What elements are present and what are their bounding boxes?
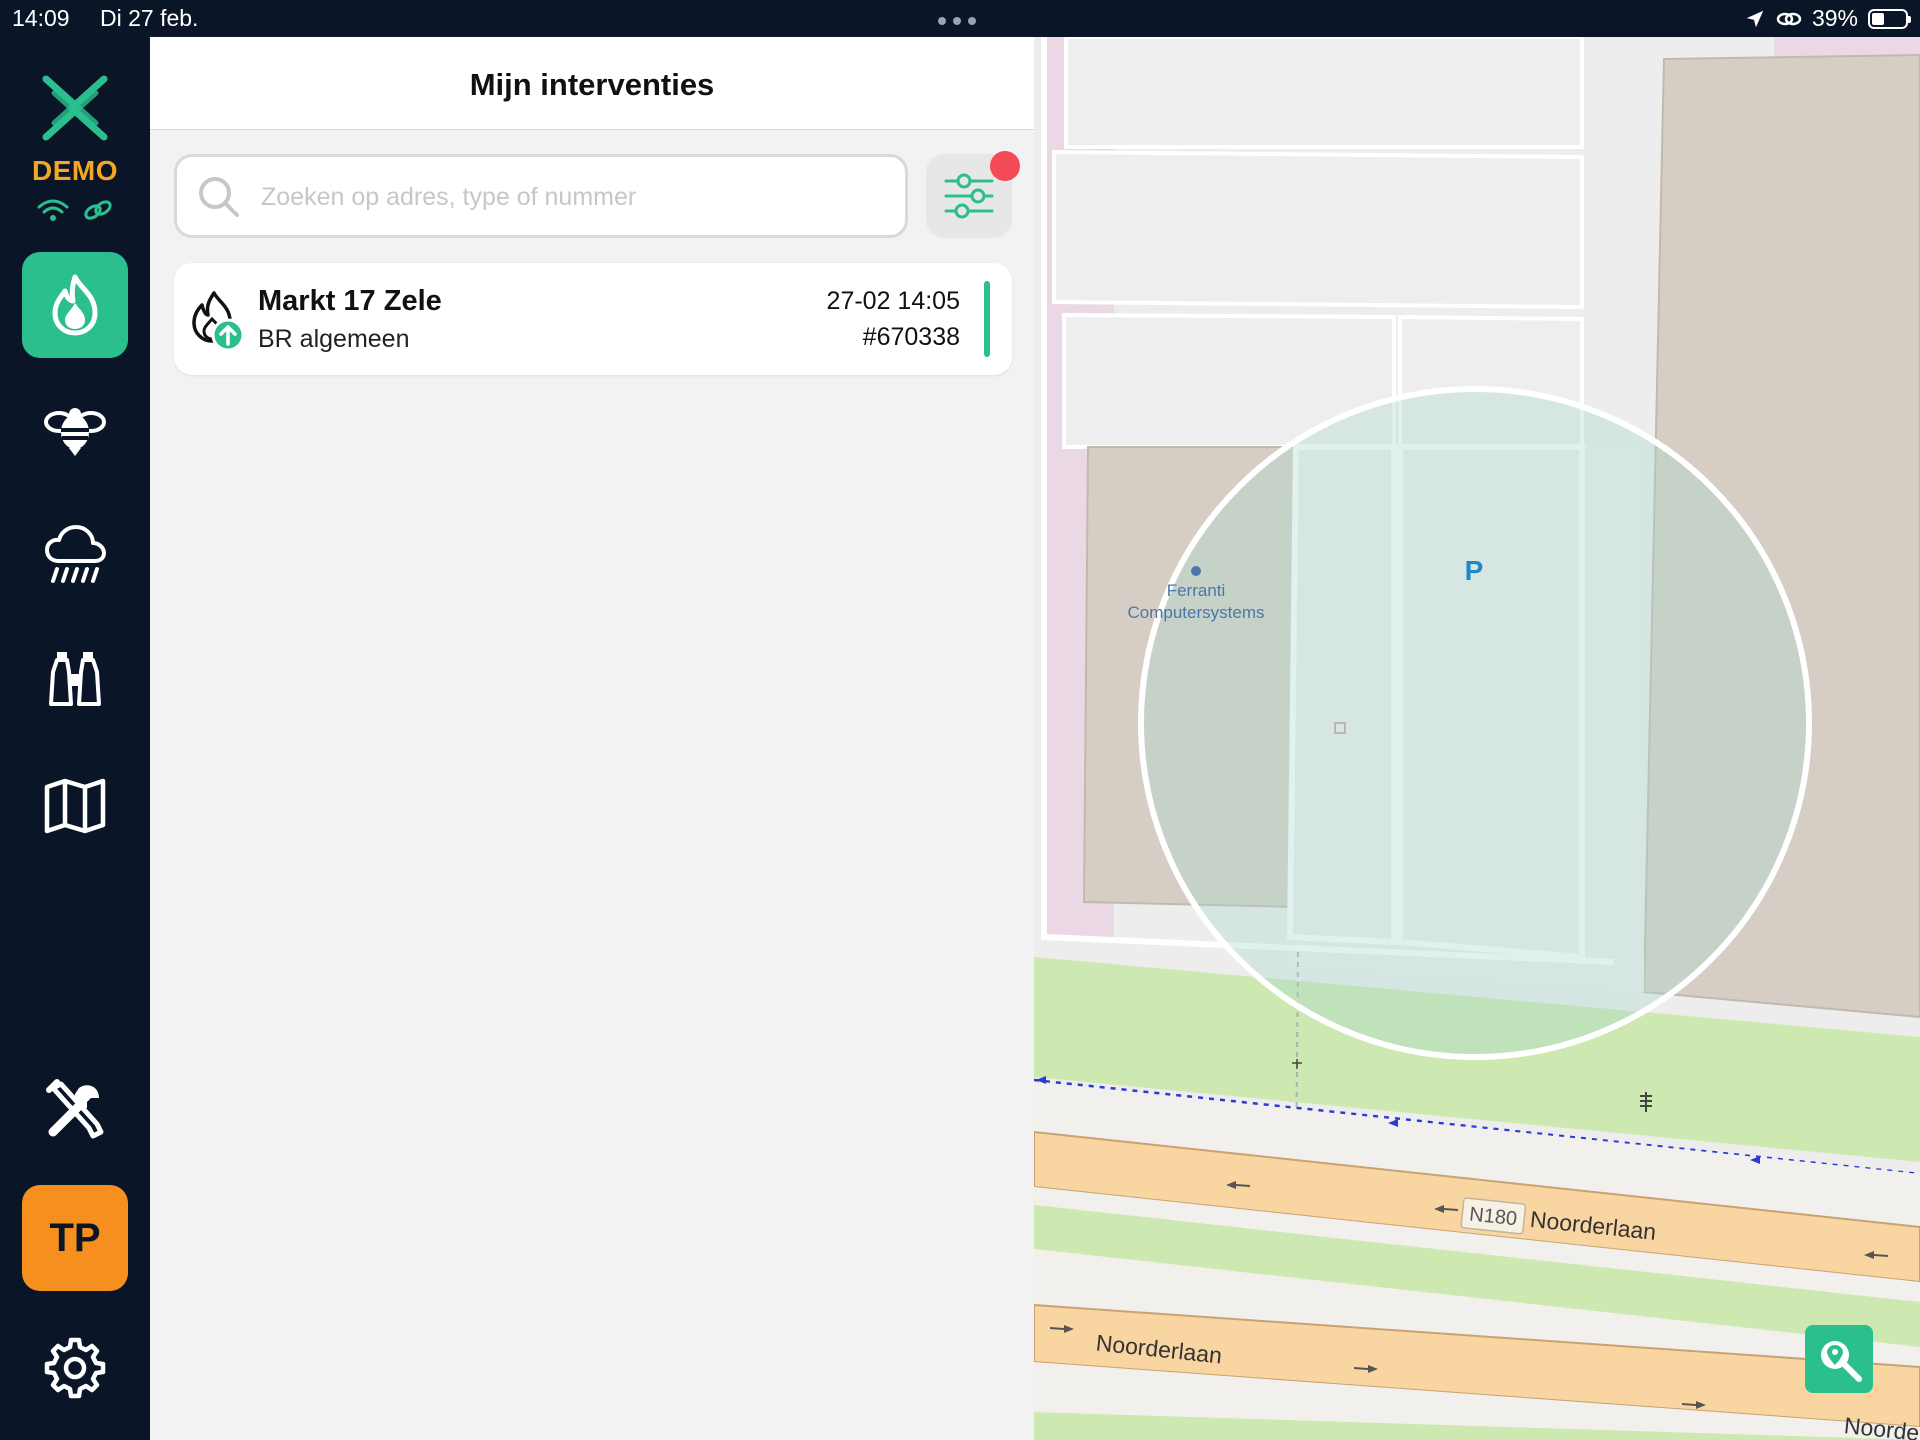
app-logo-icon [42,75,108,141]
location-arrow-icon [1746,10,1764,27]
intervention-datetime: 27-02 14:05 [826,287,960,315]
nav-observe[interactable] [22,627,128,733]
multitasking-dots[interactable] [938,17,976,25]
map-search-icon [1821,1341,1862,1382]
nav-tools[interactable] [22,1057,128,1163]
user-avatar[interactable]: TP [22,1185,128,1291]
search-box[interactable] [174,154,908,238]
map-view[interactable]: Ferranti Computersystems P N180 Noorderl… [1034,37,1920,1440]
interventions-panel: Mijn interventies Markt 17 Zele BR algem… [150,37,1034,1440]
binoculars-icon [49,652,101,706]
demo-badge: DEMO [32,155,118,186]
bee-icon [44,408,106,456]
wifi-icon [37,199,69,221]
panel-header: Mijn interventies [150,37,1034,130]
sliders-icon [944,173,994,219]
link-icon [1776,12,1802,25]
intervention-status-bar [984,281,990,357]
map-canvas[interactable]: Ferranti Computersystems P N180 Noorderl… [1034,37,1920,1440]
chain-link-icon [84,200,112,220]
map-icon [44,778,106,834]
status-time: 14:09 [12,5,70,31]
poi-label-line2: Computersystems [1128,603,1265,622]
tools-icon [46,1079,104,1139]
battery-percent: 39% [1811,5,1858,31]
status-right: 39% [1744,5,1911,32]
intervention-address: Markt 17 Zele [258,285,442,317]
intervention-type: BR algemeen [258,325,410,353]
fire-icon [52,274,98,336]
page-title: Mijn interventies [469,67,715,102]
map-search-button[interactable] [1805,1325,1873,1393]
nav-map[interactable] [22,752,128,858]
poi-label-line1: Ferranti [1167,581,1226,600]
nav-bee[interactable] [22,377,128,483]
fire-upload-icon [192,291,245,351]
status-bar: 14:09 Di 27 feb. 39% [0,0,1920,37]
nav-settings[interactable] [22,1315,128,1421]
connection-status [36,197,114,223]
search-input[interactable] [259,173,883,221]
rain-icon [45,525,106,583]
nav-fire[interactable] [22,252,128,358]
parking-label: P [1465,555,1484,586]
battery-icon [1868,8,1911,29]
sidebar: DEMO TP [0,37,150,1440]
search-icon [199,177,239,217]
status-date: Di 27 feb. [100,5,199,31]
gear-icon [44,1337,106,1399]
nav-weather[interactable] [22,502,128,608]
filter-notification-badge [990,151,1020,181]
intervention-number: #670338 [862,323,960,351]
intervention-card[interactable]: Markt 17 Zele BR algemeen 27-02 14:05 #6… [174,263,1012,375]
